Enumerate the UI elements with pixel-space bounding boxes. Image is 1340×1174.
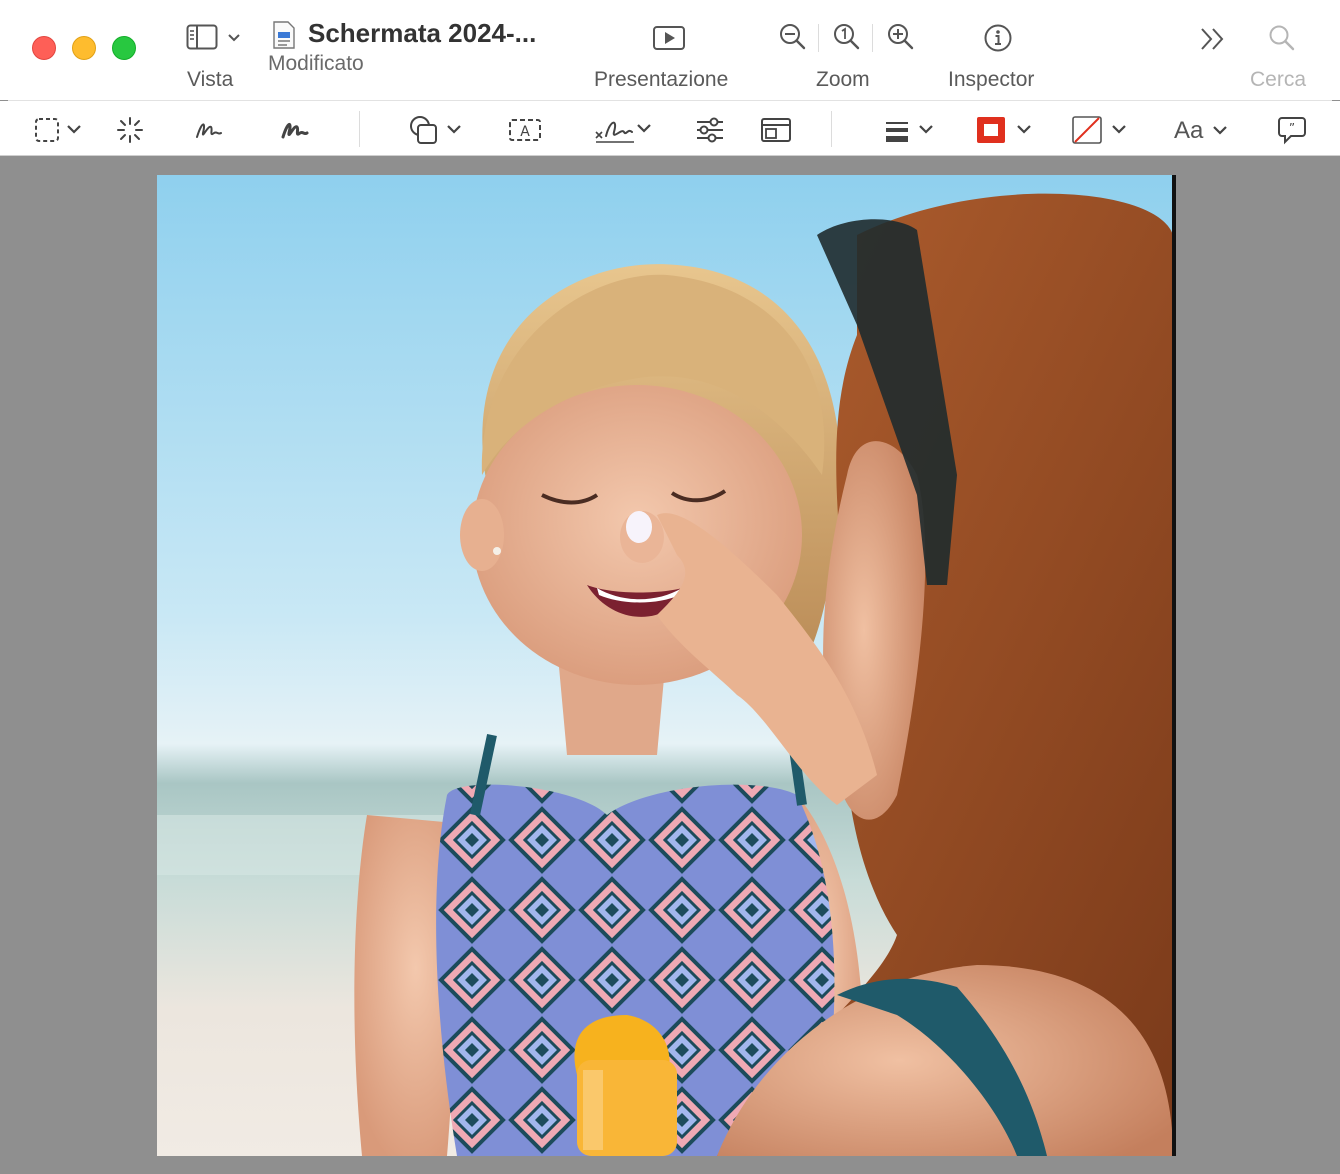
draw-icon[interactable]	[280, 117, 310, 143]
info-icon	[983, 23, 1013, 53]
document-image[interactable]	[157, 175, 1173, 1156]
minimize-window-button[interactable]	[72, 36, 96, 60]
chevron-down-icon	[1212, 125, 1228, 137]
cerca-search[interactable]: Cerca	[1244, 20, 1324, 95]
selection-icon[interactable]	[34, 117, 84, 143]
search-icon	[1268, 24, 1296, 52]
vista-button[interactable]: Vista	[180, 20, 250, 95]
preview-window: Vista Schermata 2024-... Modificato Pres…	[0, 0, 1340, 1174]
svg-text:”: ”	[1289, 121, 1295, 135]
zoom-out-icon[interactable]	[778, 22, 808, 52]
presentazione-label: Presentazione	[594, 68, 729, 91]
play-icon	[652, 24, 686, 52]
inspector-label: Inspector	[948, 68, 1035, 91]
document-title[interactable]: Schermata 2024-...	[308, 18, 536, 49]
svg-text:A: A	[520, 124, 530, 140]
actual-size-icon[interactable]	[832, 22, 862, 52]
document-icon	[270, 20, 298, 50]
cerca-label: Cerca	[1250, 68, 1307, 91]
fill-color-icon[interactable]	[1071, 115, 1131, 145]
speech-bubble-icon[interactable]: ”	[1277, 115, 1307, 145]
adjust-size-icon[interactable]	[760, 116, 792, 144]
more-icon[interactable]	[1198, 26, 1228, 52]
adjust-color-icon[interactable]	[695, 116, 725, 144]
text-style-icon: Aa	[1174, 117, 1204, 144]
border-color-icon[interactable]	[976, 115, 1034, 145]
markup-toolbar: A Aa ”	[0, 101, 1340, 156]
sketch-icon[interactable]	[194, 117, 224, 143]
zoom-in-icon[interactable]	[886, 22, 916, 52]
inspector-button[interactable]: Inspector	[940, 20, 1055, 95]
zoom-label: Zoom	[816, 68, 870, 91]
signature-icon[interactable]	[592, 114, 654, 146]
image-edge-shadow	[1172, 175, 1176, 1156]
chevron-down-icon	[227, 33, 241, 43]
close-window-button[interactable]	[32, 36, 56, 60]
zoom-window-button[interactable]	[112, 36, 136, 60]
instant-alpha-icon[interactable]	[116, 116, 144, 144]
sidebar-icon	[186, 24, 218, 50]
text-style-button[interactable]: Aa	[1174, 115, 1234, 145]
vista-label: Vista	[187, 68, 234, 91]
zoom-group: Zoom	[770, 20, 920, 95]
presentazione-button[interactable]: Presentazione	[590, 20, 750, 95]
text-box-icon[interactable]: A	[508, 116, 542, 144]
shapes-icon[interactable]	[408, 115, 464, 145]
line-style-icon[interactable]	[884, 117, 936, 143]
titlebar: Vista Schermata 2024-... Modificato Pres…	[0, 0, 1340, 100]
document-status: Modificato	[268, 52, 364, 75]
